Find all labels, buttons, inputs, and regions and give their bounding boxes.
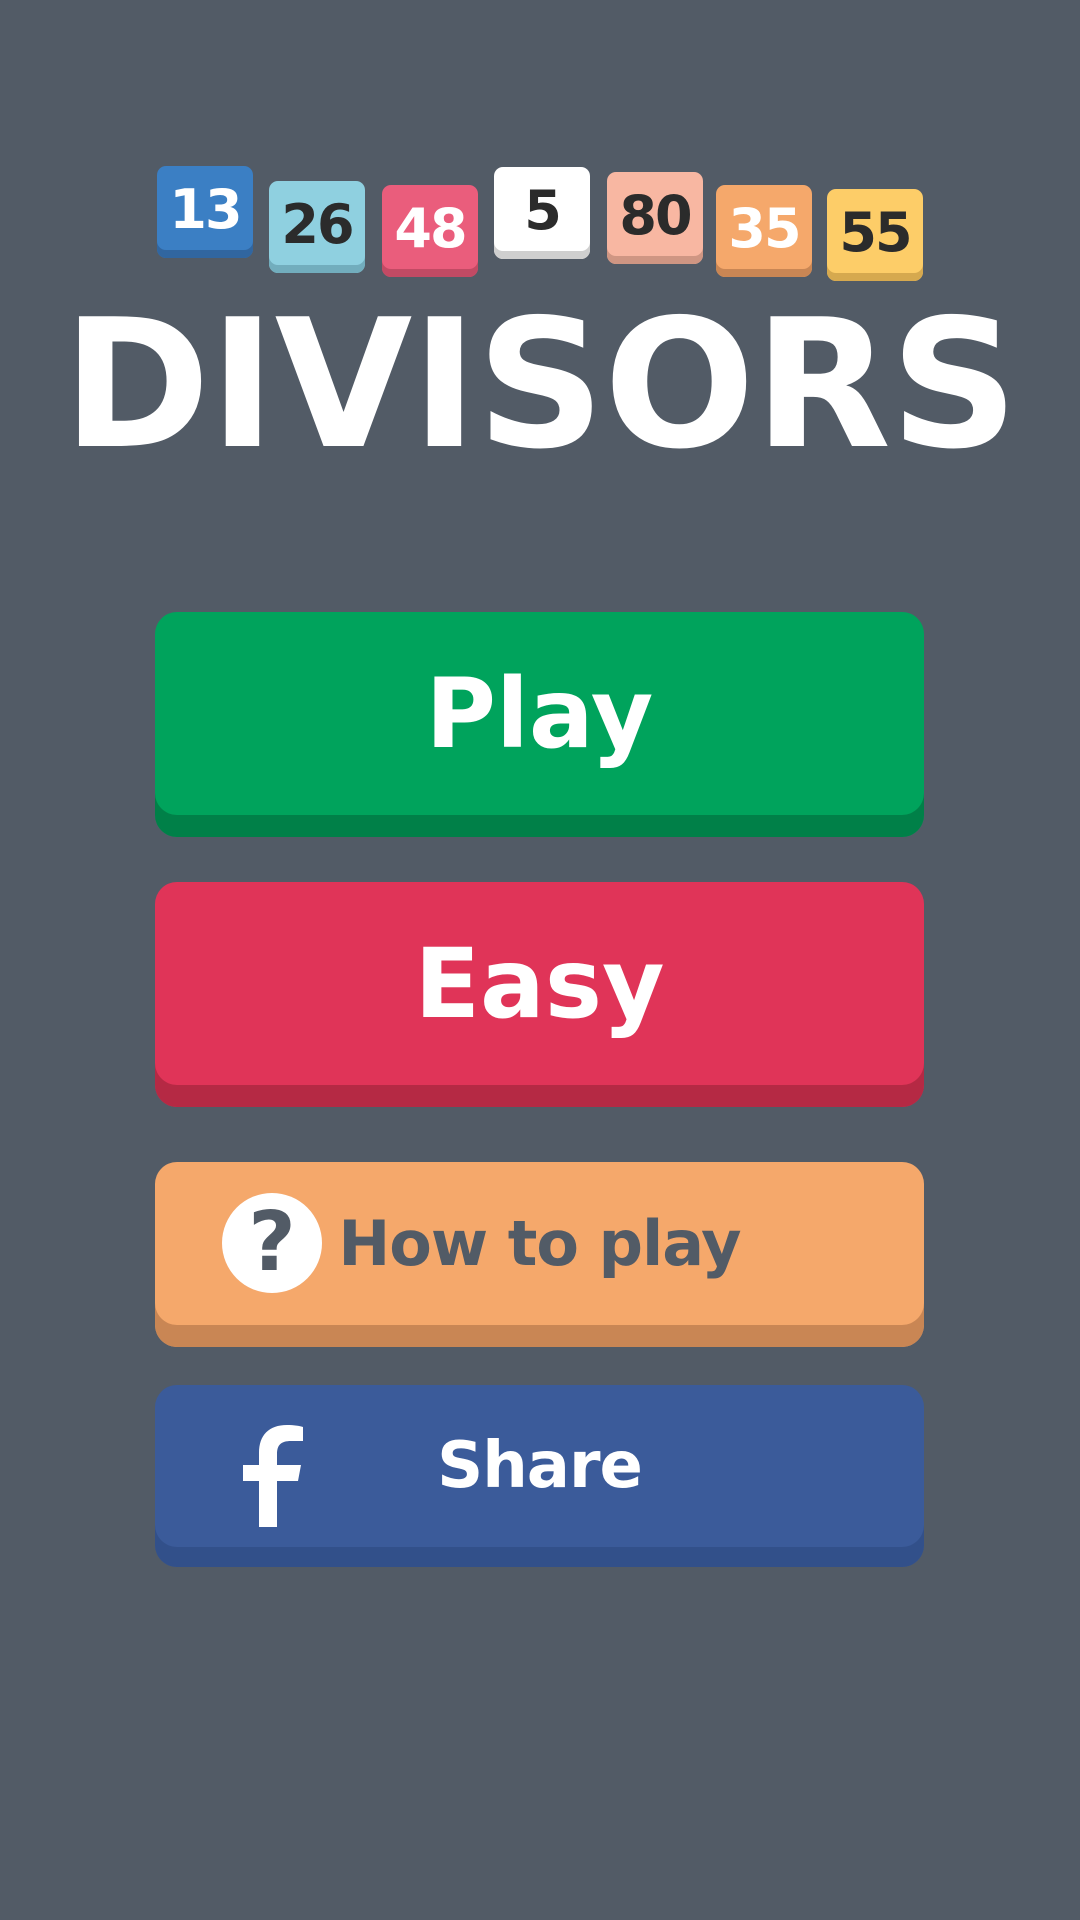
easy-button[interactable]: Easy: [155, 882, 924, 1107]
how-to-play-button-label: How to play: [338, 1207, 741, 1280]
game-title: DIVISORS: [62, 281, 1019, 488]
play-button[interactable]: Play: [155, 612, 924, 837]
play-button-label: Play: [425, 657, 654, 770]
share-button-label: Share: [437, 1429, 643, 1503]
logo-tile: 5: [494, 167, 590, 259]
how-to-play-button[interactable]: ? How to play: [155, 1162, 924, 1347]
share-button[interactable]: Share: [155, 1385, 924, 1567]
logo-tile: 55: [827, 189, 923, 281]
logo-tile: 48: [382, 185, 478, 277]
question-circle-icon: ?: [222, 1193, 322, 1293]
logo-tiles: 13 26 48 5 80 35 55: [0, 0, 1080, 300]
logo-tile: 26: [269, 181, 365, 273]
facebook-icon: [243, 1425, 303, 1527]
easy-button-label: Easy: [414, 927, 665, 1040]
logo-tile: 80: [607, 172, 703, 264]
logo-tile: 13: [157, 166, 253, 258]
logo-tile: 35: [716, 185, 812, 277]
